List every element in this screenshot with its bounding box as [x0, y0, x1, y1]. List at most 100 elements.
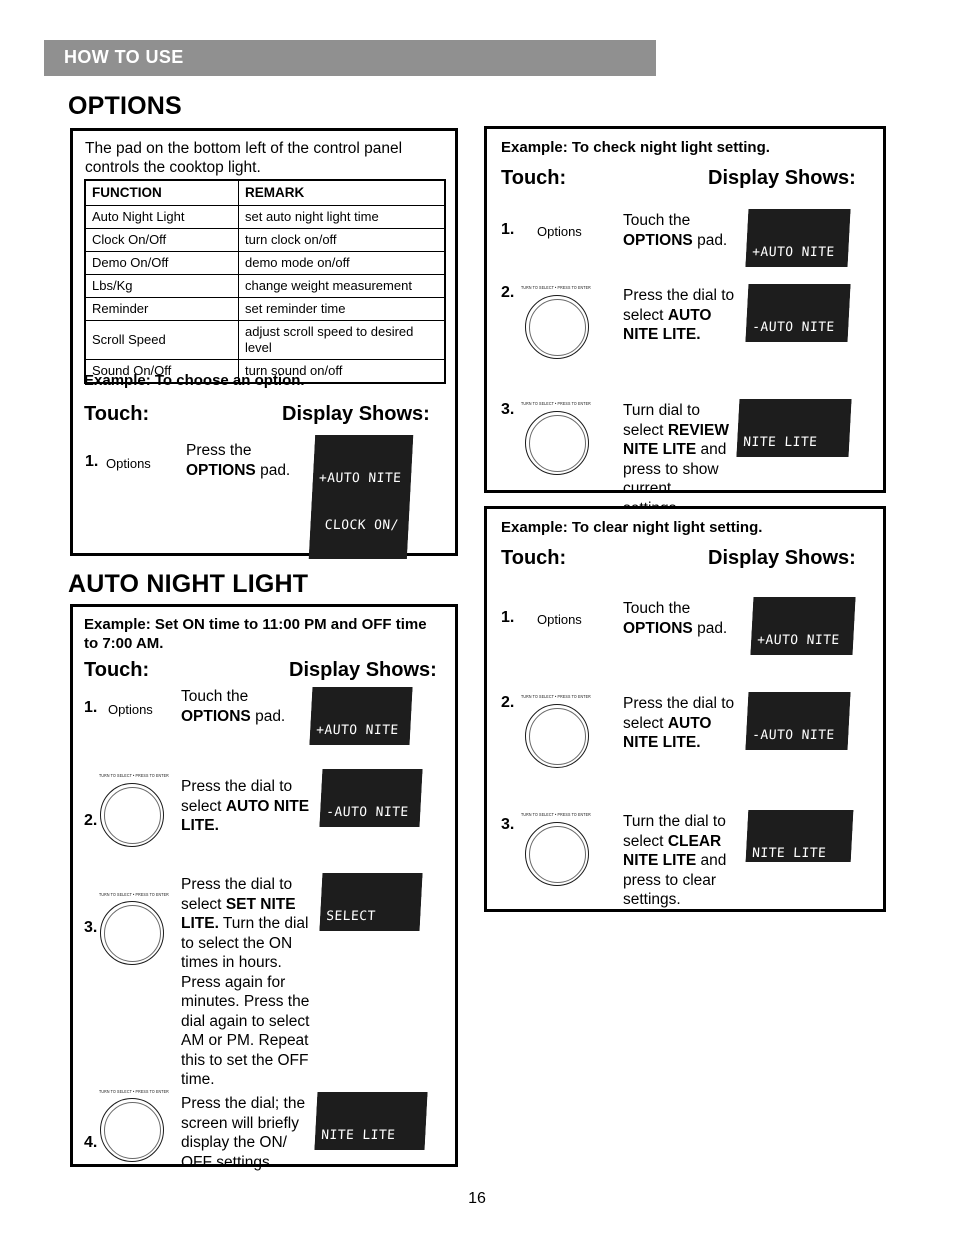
step-number: 3. [84, 919, 98, 936]
touch-column-label: Touch: [501, 547, 567, 569]
anl-column-headers: Touch: Display Shows: [84, 659, 444, 685]
options-section-heading: OPTIONS [68, 92, 182, 120]
lcd-display-select-on-time: SELECT ON TIME 00:00 TURN DIAL [319, 873, 423, 931]
table-row: Demo On/Off demo mode on/off [84, 251, 446, 275]
touch-column-label: Touch: [84, 403, 150, 425]
cell-function: Demo On/Off [84, 251, 239, 275]
control-dial[interactable] [525, 411, 589, 475]
anl-example-title: Example: Set ON time to 11:00 PM and OFF… [84, 616, 427, 652]
lcd-display-auto-nite-menu: -AUTO NITE ↦SET NITE ↦REVIEW N [319, 769, 423, 827]
clear-column-headers: Touch: Display Shows: [501, 547, 876, 573]
step-instruction: Touch the OPTIONS pad. [623, 600, 728, 637]
step-number: 1. [84, 699, 98, 716]
touch-column-label: Touch: [501, 167, 567, 189]
check-night-light-box: Example: To check night light setting. T… [484, 126, 886, 517]
dial-caption: TURN TO SELECT • PRESS TO ENTER [99, 892, 169, 897]
control-dial[interactable] [525, 822, 589, 886]
cell-function: Clock On/Off [84, 228, 239, 252]
lcd-display-clear-nite-menu: -AUTO NITE ↦REVIEW N ↳CLEAR NI [745, 692, 851, 750]
dial-caption: TURN TO SELECT • PRESS TO ENTER [521, 401, 591, 406]
lcd-line: +AUTO NITE [756, 633, 840, 648]
step-number: 1. [85, 453, 99, 470]
step-number: 2. [501, 284, 515, 301]
cell-function: Lbs/Kg [84, 274, 239, 298]
control-dial[interactable] [525, 704, 589, 768]
table-row: Auto Night Light set auto night light ti… [84, 205, 446, 229]
cell-remark: adjust scroll speed to desired level [238, 320, 446, 360]
options-intro-text: The pad on the bottom left of the contro… [85, 140, 403, 176]
how-to-use-banner: HOW TO USE [44, 40, 656, 76]
step-instruction: Turn the dial to select CLEAR NITE LITE … [623, 813, 727, 908]
display-shows-column-label: Display Shows: [282, 403, 430, 425]
lcd-line: +AUTO NITE [315, 723, 399, 738]
display-shows-column-label: Display Shows: [708, 167, 856, 189]
dial-caption: TURN TO SELECT • PRESS TO ENTER [521, 812, 591, 817]
column-header-remark: REMARK [238, 179, 446, 206]
lcd-line: NITE LITE [320, 1128, 396, 1143]
lcd-display-nite-lite-cleared: NITE LITE IS CLEARED [745, 810, 854, 862]
step-instruction: Press the dial to select SET NITE LITE. … [181, 876, 310, 1088]
control-dial[interactable] [100, 783, 164, 847]
step-instruction: Touch the OPTIONS pad. [623, 212, 728, 249]
cell-remark: demo mode on/off [238, 251, 446, 275]
lcd-line: NITE LITE [742, 435, 818, 450]
lcd-line: -AUTO NITE [751, 728, 835, 743]
step-number: 3. [501, 816, 515, 833]
banner-label: HOW TO USE [64, 47, 184, 67]
options-example-title: Example: To choose an option. [84, 372, 305, 389]
dial-caption: TURN TO SELECT • PRESS TO ENTER [521, 285, 591, 290]
dial-caption: TURN TO SELECT • PRESS TO ENTER [521, 694, 591, 699]
control-dial[interactable] [525, 295, 589, 359]
step-instruction: Press the dial; the screen will briefly … [181, 1095, 306, 1171]
lcd-line: -AUTO NITE [325, 805, 409, 820]
step-number: 2. [501, 694, 515, 711]
table-row: Reminder set reminder time [84, 297, 446, 321]
cell-function: Reminder [84, 297, 239, 321]
step-number: 1. [501, 221, 515, 238]
display-shows-column-label: Display Shows: [289, 659, 437, 681]
step-instruction: Press the dial to select AUTO NITE LITE. [181, 778, 310, 834]
touch-column-label: Touch: [84, 659, 150, 681]
lcd-line: +AUTO NITE [318, 471, 402, 486]
table-row: Lbs/Kg change weight measurement [84, 274, 446, 298]
options-column-headers: Touch: Display Shows: [84, 403, 444, 429]
step-instruction: Press the dial to select AUTO NITE LITE. [623, 695, 735, 751]
control-dial[interactable] [100, 901, 164, 965]
step-instruction: Press the OPTIONS pad. [186, 442, 291, 479]
cell-remark: turn clock on/off [238, 228, 446, 252]
lcd-line: CLOCK ON/ [316, 517, 400, 533]
step-instruction: Press the dial to select AUTO NITE LITE. [623, 287, 735, 343]
page-number: 16 [468, 1190, 486, 1207]
check-column-headers: Touch: Display Shows: [501, 167, 876, 193]
check-example-title: Example: To check night light setting. [501, 139, 770, 156]
lcd-display-auto-nite-menu: -AUTO NITE ↦SET NITE ↦REVIEW N [745, 284, 851, 342]
options-pad-button[interactable]: Options [106, 456, 151, 471]
lcd-display-nite-lite-settings: NITE LITE ON 11:00PM OFF 7:00AM [314, 1092, 428, 1150]
display-shows-column-label: Display Shows: [708, 547, 856, 569]
options-content-box: The pad on the bottom left of the contro… [70, 128, 458, 559]
lcd-line: +AUTO NITE [751, 245, 835, 260]
cell-remark: set auto night light time [238, 205, 446, 229]
options-pad-button[interactable]: Options [537, 224, 582, 239]
table-row: Clock On/Off turn clock on/off [84, 228, 446, 252]
dial-caption: TURN TO SELECT • PRESS TO ENTER [99, 773, 169, 778]
table-header-row: FUNCTION REMARK [84, 179, 446, 206]
step-instruction: Turn dial to select REVIEW NITE LITE and… [623, 402, 729, 517]
step-number: 2. [84, 812, 98, 829]
lcd-line: SELECT [325, 909, 377, 924]
options-pad-button[interactable]: Options [537, 612, 582, 627]
lcd-display-options-menu: +AUTO NITE CLOCK ON/ DEMO ON/O [750, 597, 856, 655]
lcd-display-options-menu: +AUTO NITE CLOCK ON/ DEMO ON/O [745, 209, 851, 267]
cell-remark: set reminder time [238, 297, 446, 321]
function-remark-table: FUNCTION REMARK Auto Night Light set aut… [84, 179, 446, 384]
cell-remark: change weight measurement [238, 274, 446, 298]
step-number: 4. [84, 1134, 98, 1151]
lcd-display-options-menu: +AUTO NITE CLOCK ON/ DEMO ON/O [309, 687, 413, 745]
column-header-function: FUNCTION [84, 179, 239, 206]
dial-caption: TURN TO SELECT • PRESS TO ENTER [99, 1089, 169, 1094]
options-pad-button[interactable]: Options [108, 702, 153, 717]
lcd-line: -AUTO NITE [751, 320, 835, 335]
clear-example-title: Example: To clear night light setting. [501, 519, 763, 536]
cell-function: Scroll Speed [84, 320, 239, 360]
control-dial[interactable] [100, 1098, 164, 1162]
